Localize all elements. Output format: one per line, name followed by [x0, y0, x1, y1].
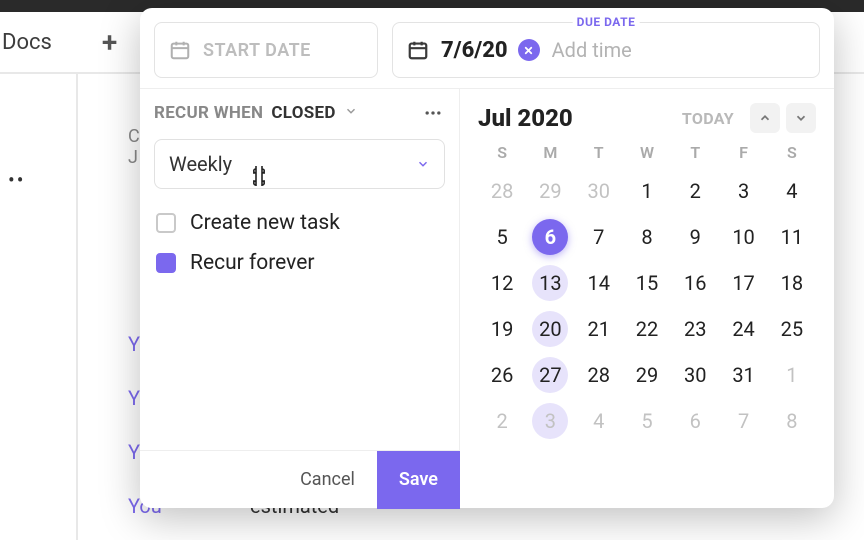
calendar-day[interactable]: 4: [768, 168, 816, 214]
due-date-label: DUE DATE: [573, 15, 640, 29]
recurrence-footer: Cancel Save: [140, 450, 460, 508]
calendar-month-label: Jul 2020: [478, 104, 573, 132]
calendar-day[interactable]: 30: [575, 168, 623, 214]
checkbox-icon: [156, 213, 176, 233]
calendar-day[interactable]: 28: [575, 352, 623, 398]
calendar-day[interactable]: 7: [719, 398, 767, 444]
breadcrumb: C J: [128, 126, 140, 168]
save-button[interactable]: Save: [377, 451, 460, 509]
more-icon[interactable]: ••: [8, 168, 26, 192]
calendar-day[interactable]: 6: [526, 214, 574, 260]
calendar-day[interactable]: 13: [526, 260, 574, 306]
calendar-day[interactable]: 20: [526, 306, 574, 352]
next-month-button[interactable]: [786, 103, 816, 133]
calendar-weekday: W: [623, 143, 671, 162]
calendar-day[interactable]: 28: [478, 168, 526, 214]
calendar-day[interactable]: 10: [719, 214, 767, 260]
recur-prefix: RECUR WHEN: [154, 103, 263, 123]
chevron-down-icon: [416, 152, 430, 176]
add-time-button[interactable]: Add time: [552, 38, 632, 62]
calendar-day[interactable]: 12: [478, 260, 526, 306]
prev-month-button[interactable]: [750, 103, 780, 133]
calendar-day[interactable]: 2: [671, 168, 719, 214]
clear-due-date-button[interactable]: [518, 39, 540, 61]
calendar-day[interactable]: 9: [671, 214, 719, 260]
calendar-day[interactable]: 18: [768, 260, 816, 306]
start-date-field[interactable]: START DATE: [154, 22, 378, 78]
calendar-day[interactable]: 11: [768, 214, 816, 260]
calendar-day[interactable]: 15: [623, 260, 671, 306]
recur-state[interactable]: CLOSED: [271, 103, 335, 123]
calendar-icon: [169, 39, 191, 61]
calendar-icon: [407, 39, 429, 61]
calendar-day[interactable]: 17: [719, 260, 767, 306]
date-recurrence-popover: START DATE DUE DATE 7/6/20 Add time RECU…: [140, 8, 834, 508]
calendar-day[interactable]: 24: [719, 306, 767, 352]
calendar-day[interactable]: 25: [768, 306, 816, 352]
calendar-day[interactable]: 4: [575, 398, 623, 444]
cursor-icon: [247, 164, 271, 190]
calendar-weekday-row: SMTWTFS: [478, 143, 816, 162]
frequency-value: Weekly: [169, 152, 232, 176]
calendar-day[interactable]: 14: [575, 260, 623, 306]
calendar-weekday: T: [671, 143, 719, 162]
calendar-day[interactable]: 3: [526, 398, 574, 444]
calendar-weekday: M: [526, 143, 574, 162]
create-new-task-option[interactable]: Create new task: [154, 203, 445, 243]
toolbar-add[interactable]: +: [102, 26, 117, 59]
chevron-down-icon[interactable]: [344, 103, 358, 123]
calendar-grid: 2829301234567891011121314151617181920212…: [478, 168, 816, 444]
calendar-pane: Jul 2020 TODAY SMTWTFS 28293012345678910…: [460, 89, 834, 508]
calendar-day[interactable]: 7: [575, 214, 623, 260]
today-button[interactable]: TODAY: [682, 109, 734, 128]
calendar-day[interactable]: 8: [768, 398, 816, 444]
calendar-day[interactable]: 29: [623, 352, 671, 398]
calendar-day[interactable]: 30: [671, 352, 719, 398]
calendar-day[interactable]: 19: [478, 306, 526, 352]
calendar-day[interactable]: 27: [526, 352, 574, 398]
calendar-day[interactable]: 8: [623, 214, 671, 260]
option-label: Recur forever: [190, 251, 314, 275]
due-date-value: 7/6/20: [441, 38, 508, 63]
calendar-weekday: F: [719, 143, 767, 162]
recurrence-pane: RECUR WHEN CLOSED Weekly: [140, 89, 460, 508]
due-date-field[interactable]: DUE DATE 7/6/20 Add time: [392, 22, 820, 78]
calendar-day[interactable]: 5: [478, 214, 526, 260]
calendar-day[interactable]: 3: [719, 168, 767, 214]
more-options-button[interactable]: [421, 101, 445, 125]
calendar-weekday: S: [478, 143, 526, 162]
calendar-day[interactable]: 29: [526, 168, 574, 214]
calendar-day[interactable]: 31: [719, 352, 767, 398]
calendar-weekday: T: [575, 143, 623, 162]
calendar-day[interactable]: 1: [768, 352, 816, 398]
cancel-button[interactable]: Cancel: [278, 451, 377, 509]
calendar-day[interactable]: 26: [478, 352, 526, 398]
calendar-day[interactable]: 23: [671, 306, 719, 352]
checkbox-icon: [156, 253, 176, 273]
start-date-placeholder: START DATE: [203, 40, 311, 61]
calendar-weekday: S: [768, 143, 816, 162]
recur-forever-option[interactable]: Recur forever: [154, 243, 445, 283]
left-rail: ••: [0, 74, 78, 540]
calendar-day[interactable]: 2: [478, 398, 526, 444]
calendar-day[interactable]: 1: [623, 168, 671, 214]
toolbar-docs[interactable]: Docs: [2, 30, 52, 55]
frequency-select[interactable]: Weekly: [154, 139, 445, 189]
calendar-day[interactable]: 21: [575, 306, 623, 352]
calendar-day[interactable]: 6: [671, 398, 719, 444]
calendar-day[interactable]: 16: [671, 260, 719, 306]
option-label: Create new task: [190, 211, 340, 235]
calendar-day[interactable]: 5: [623, 398, 671, 444]
calendar-day[interactable]: 22: [623, 306, 671, 352]
